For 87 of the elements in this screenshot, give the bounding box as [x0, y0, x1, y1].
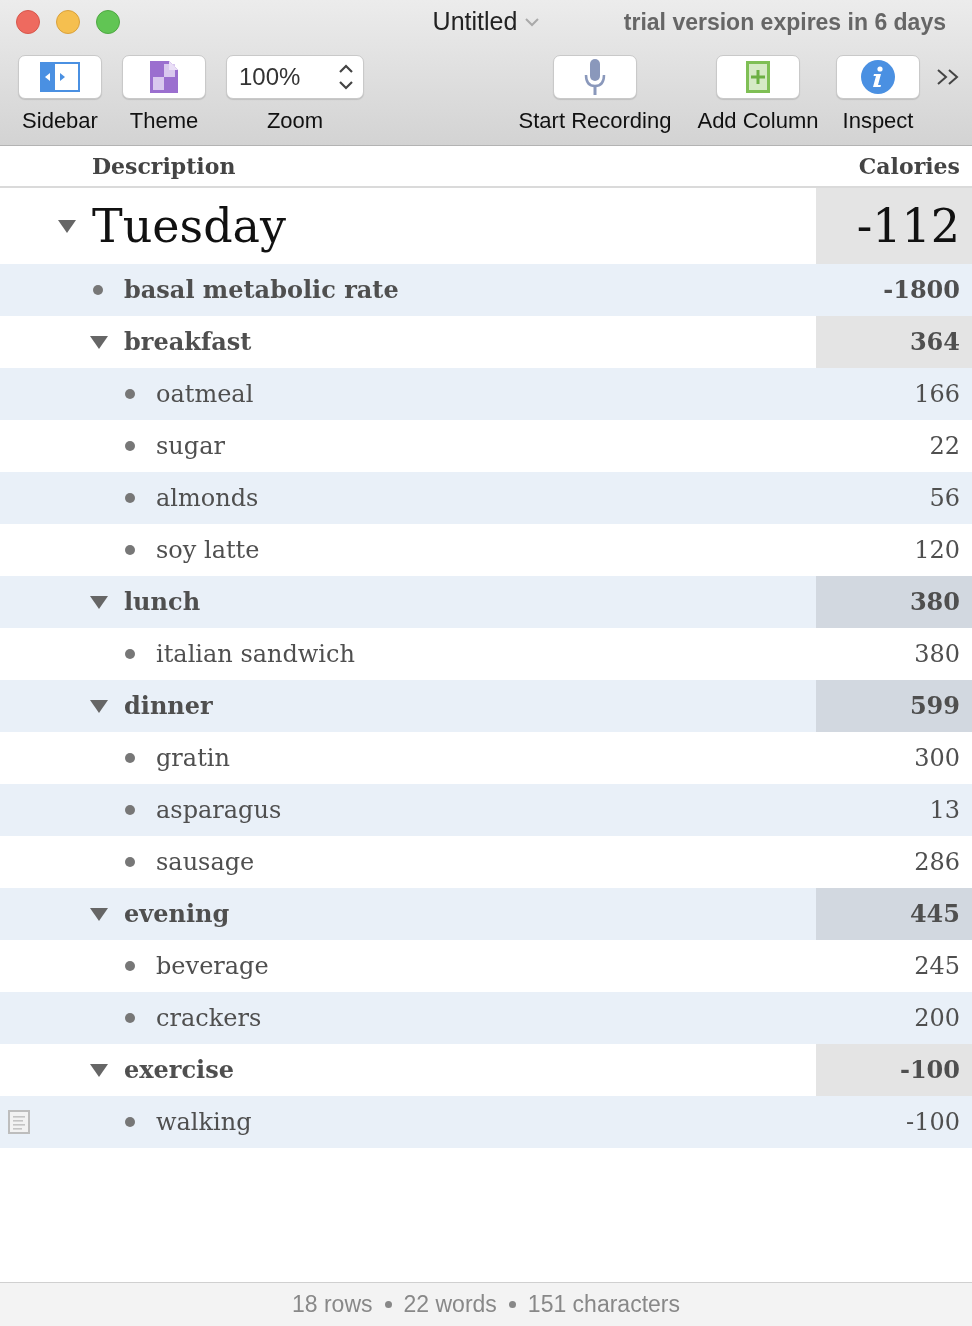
item-text: gratin [156, 743, 230, 774]
note-icon[interactable] [8, 1110, 30, 1134]
item-text: asparagus [156, 795, 282, 826]
chevron-down-icon[interactable] [525, 17, 540, 27]
maximize-icon[interactable] [96, 10, 120, 34]
calories-value: 166 [914, 379, 960, 410]
group-title: breakfast [124, 326, 252, 358]
item-text: sausage [156, 847, 255, 878]
theme-button[interactable] [122, 55, 206, 99]
calories-value: 286 [914, 847, 960, 878]
bullet-icon [125, 1013, 135, 1023]
disclosure-triangle-icon[interactable] [58, 217, 76, 235]
total-cell: -112 [816, 188, 972, 264]
microphone-icon [584, 59, 606, 95]
toolbar-label: Add Column [697, 108, 819, 134]
chevrons-right-icon[interactable] [936, 69, 960, 85]
info-icon [861, 60, 895, 94]
calories-value: 300 [914, 743, 960, 774]
calories-value: 120 [914, 535, 960, 566]
document-icon [150, 61, 178, 93]
group-title: evening [124, 898, 230, 930]
total-cell: 445 [816, 888, 972, 940]
record-button[interactable] [553, 55, 637, 99]
close-icon[interactable] [16, 10, 40, 34]
separator-dot-icon [508, 1301, 516, 1308]
status-text: 18 rows [292, 1290, 373, 1320]
bullet-icon [125, 1117, 135, 1127]
bullet-icon [125, 493, 135, 503]
zoom-stepper[interactable]: 100% [226, 55, 364, 99]
up-down-chevron-icon [338, 63, 354, 91]
group-title: exercise [124, 1054, 234, 1086]
item-text: walking [156, 1107, 252, 1138]
calories-value: 56 [929, 483, 960, 514]
total-cell: 380 [816, 576, 972, 628]
toolbar-label: Zoom [266, 108, 324, 134]
toolbar-label: Sidebar [22, 108, 98, 134]
column-header[interactable]: Description [92, 149, 236, 183]
disclosure-triangle-icon[interactable] [90, 593, 108, 611]
group-title: Tuesday [92, 197, 286, 255]
calories-value: -100 [906, 1107, 960, 1138]
calories-value: 245 [914, 951, 960, 982]
item-text: sugar [156, 431, 225, 462]
disclosure-triangle-icon[interactable] [90, 333, 108, 351]
minimize-icon[interactable] [56, 10, 80, 34]
disclosure-triangle-icon[interactable] [90, 905, 108, 923]
status-text: 151 characters [527, 1290, 680, 1320]
toolbar-label: Start Recording [518, 108, 672, 134]
add-column-icon [746, 61, 770, 93]
calories-value: 13 [929, 795, 960, 826]
bullet-icon [93, 285, 103, 295]
bullet-icon [125, 649, 135, 659]
total-cell: 599 [816, 680, 972, 732]
window-title: Untitled [432, 6, 518, 38]
item-text: almonds [156, 483, 259, 514]
calories-value: 380 [914, 639, 960, 670]
toolbar-label: Inspect [842, 108, 914, 134]
bullet-icon [125, 441, 135, 451]
total-cell: 364 [816, 316, 972, 368]
bullet-icon [125, 753, 135, 763]
item-text: basal metabolic rate [124, 274, 399, 306]
calories-value: -1800 [883, 274, 960, 306]
inspect-button[interactable] [836, 55, 920, 99]
column-header[interactable]: Calories [858, 149, 960, 183]
toolbar-label: Theme [129, 108, 199, 134]
separator-dot-icon [384, 1301, 392, 1308]
item-text: oatmeal [156, 379, 254, 410]
trial-notice: trial version expires in 6 days [623, 7, 946, 37]
status-text: 22 words [403, 1290, 497, 1320]
bullet-icon [125, 389, 135, 399]
bullet-icon [125, 961, 135, 971]
calories-value: 200 [914, 1003, 960, 1034]
sidebar-icon [40, 62, 80, 92]
item-text: soy latte [156, 535, 260, 566]
item-text: beverage [156, 951, 269, 982]
group-title: lunch [124, 586, 201, 618]
disclosure-triangle-icon[interactable] [90, 697, 108, 715]
disclosure-triangle-icon[interactable] [90, 1061, 108, 1079]
total-cell: -100 [816, 1044, 972, 1096]
bullet-icon [125, 857, 135, 867]
item-text: italian sandwich [156, 639, 355, 670]
item-text: crackers [156, 1003, 262, 1034]
sidebar-button[interactable] [18, 55, 102, 99]
add-column-button[interactable] [716, 55, 800, 99]
bullet-icon [125, 805, 135, 815]
calories-value: 22 [929, 431, 960, 462]
bullet-icon [125, 545, 135, 555]
group-title: dinner [124, 690, 213, 722]
